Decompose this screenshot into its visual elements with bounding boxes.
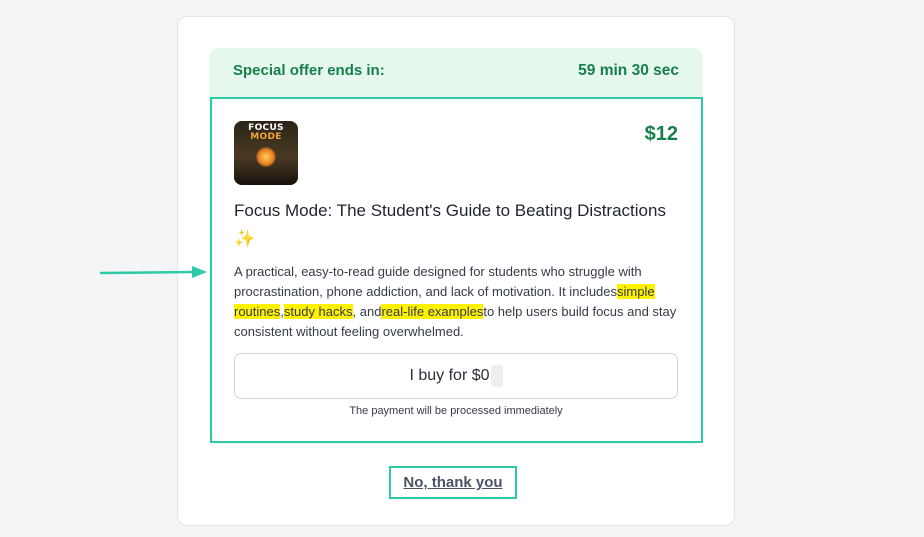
product-description: A practical, easy-to-read guide designed… <box>234 262 679 342</box>
product-cover-image: FOCUS MODE <box>234 121 298 185</box>
product-price: $12 <box>644 123 678 145</box>
sparkles-icon: ✨ <box>234 229 256 248</box>
buy-button-label: I buy for $0 <box>409 367 490 384</box>
highlight-real-life-examples: real-life examples <box>381 304 484 319</box>
cover-desk-graphic <box>234 167 298 185</box>
cover-title-line2: MODE <box>250 132 282 142</box>
payment-note: The payment will be processed immediatel… <box>349 405 563 417</box>
highlight-study-hacks: study hacks <box>283 304 353 319</box>
product-title-text: Focus Mode: The Student's Guide to Beati… <box>234 201 666 220</box>
cover-glow-graphic <box>256 147 276 167</box>
product-title: Focus Mode: The Student's Guide to Beati… <box>234 197 674 253</box>
cover-title: FOCUS MODE <box>234 124 298 142</box>
decline-link[interactable]: No, thank you <box>389 466 517 499</box>
offer-label: Special offer ends in: <box>233 62 385 79</box>
description-text: A practical, easy-to-read guide designed… <box>234 264 642 299</box>
arrow-right-icon <box>100 266 207 278</box>
offer-countdown: 59 min 30 sec <box>578 62 679 79</box>
redacted-price-mask <box>490 365 503 387</box>
description-separator: , and <box>352 304 382 319</box>
buy-button[interactable]: I buy for $0 <box>234 353 678 399</box>
